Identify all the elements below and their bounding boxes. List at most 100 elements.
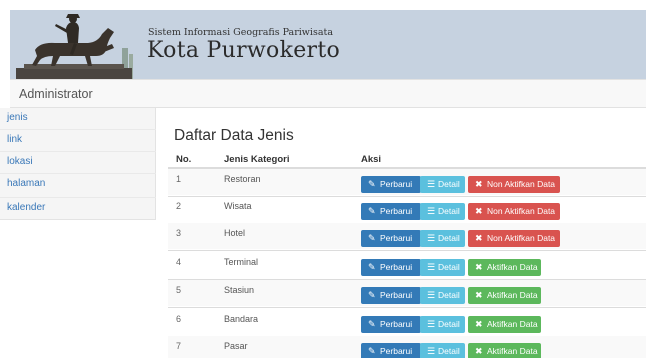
- list-icon: ☰: [427, 346, 436, 356]
- category-name: Bandara: [224, 314, 259, 324]
- row-number: 6: [176, 314, 182, 324]
- row-divider: [168, 250, 646, 251]
- detail-button-label: Detail: [438, 206, 460, 216]
- detail-button-label: Detail: [438, 319, 460, 329]
- sidebar: jenis link lokasi halaman kalender: [0, 108, 156, 220]
- category-name: Restoran: [224, 174, 261, 184]
- sidebar-item-lokasi[interactable]: lokasi: [0, 151, 156, 171]
- update-button[interactable]: ✎ Perbarui: [361, 287, 421, 304]
- row-number: 5: [176, 285, 182, 295]
- table-row: 4 Terminal ✎ Perbarui ☰ Detail ✖ Aktifkan Data: [168, 252, 646, 278]
- category-name: Stasiun: [224, 285, 255, 295]
- list-icon: ☰: [427, 262, 436, 272]
- category-name: Terminal: [224, 257, 259, 267]
- activate-button[interactable]: ✖ Aktifkan Data: [468, 287, 541, 304]
- update-button-label: Perbarui: [380, 290, 413, 300]
- trash-icon: ✖: [475, 262, 483, 272]
- update-button[interactable]: ✎ Perbarui: [361, 230, 421, 247]
- statue-logo: [10, 10, 140, 79]
- deactivate-button-label: Non Aktifkan Data: [487, 206, 556, 216]
- deactivate-button[interactable]: ✖ Non Aktifkan Data: [468, 203, 560, 220]
- category-name: Wisata: [224, 201, 252, 211]
- detail-button-label: Detail: [438, 346, 460, 356]
- header-banner: Sistem Informasi Geografis Pariwisata Ko…: [10, 10, 646, 79]
- trash-icon: ✖: [475, 206, 483, 216]
- update-button[interactable]: ✎ Perbarui: [361, 316, 421, 333]
- detail-button[interactable]: ☰ Detail: [420, 203, 465, 220]
- sidebar-item-jenis[interactable]: jenis: [0, 108, 156, 128]
- detail-button[interactable]: ☰ Detail: [420, 230, 465, 247]
- activate-button[interactable]: ✖ Aktifkan Data: [468, 343, 541, 358]
- row-number: 2: [176, 201, 182, 211]
- column-header-jenis: Jenis Kategori: [224, 154, 290, 165]
- sidebar-item-label[interactable]: jenis: [7, 112, 28, 123]
- detail-button[interactable]: ☰ Detail: [420, 343, 465, 358]
- category-name: Hotel: [224, 228, 246, 238]
- column-header-aksi: Aksi: [361, 154, 382, 165]
- update-button-label: Perbarui: [380, 206, 413, 216]
- row-number: 3: [176, 228, 182, 238]
- detail-button-label: Detail: [438, 262, 460, 272]
- list-icon: ☰: [427, 179, 436, 189]
- deactivate-button[interactable]: ✖ Non Aktifkan Data: [468, 176, 560, 193]
- sidebar-item-link[interactable]: link: [0, 129, 156, 149]
- trash-icon: ✖: [475, 233, 483, 243]
- sidebar-item-kalender[interactable]: kalender: [0, 197, 156, 217]
- update-button-label: Perbarui: [380, 346, 413, 356]
- row-divider: [168, 307, 646, 308]
- list-icon: ☰: [427, 233, 436, 243]
- top-navbar: Administrator: [10, 79, 646, 108]
- edit-icon: ✎: [368, 319, 376, 329]
- edit-icon: ✎: [368, 262, 376, 272]
- activate-button-label: Aktifkan Data: [487, 346, 538, 356]
- edit-icon: ✎: [368, 290, 376, 300]
- table-row: 7 Pasar ✎ Perbarui ☰ Detail ✖ Aktifkan Data: [168, 336, 646, 358]
- detail-button[interactable]: ☰ Detail: [420, 287, 465, 304]
- trash-icon: ✖: [475, 319, 483, 329]
- list-icon: ☰: [427, 206, 436, 216]
- page-title: Daftar Data Jenis: [174, 127, 294, 144]
- activate-button-label: Aktifkan Data: [487, 319, 538, 329]
- row-number: 1: [176, 174, 182, 184]
- update-button-label: Perbarui: [380, 233, 413, 243]
- edit-icon: ✎: [368, 233, 376, 243]
- edit-icon: ✎: [368, 206, 376, 216]
- activate-button[interactable]: ✖ Aktifkan Data: [468, 316, 541, 333]
- update-button[interactable]: ✎ Perbarui: [361, 203, 421, 220]
- detail-button[interactable]: ☰ Detail: [420, 259, 465, 276]
- update-button-label: Perbarui: [380, 319, 413, 329]
- navbar-brand[interactable]: Administrator: [19, 87, 93, 101]
- deactivate-button-label: Non Aktifkan Data: [487, 233, 556, 243]
- table-row: 1 Restoran ✎ Perbarui ☰ Detail ✖ Non Aktifkan D…: [168, 169, 646, 195]
- activate-button-label: Aktifkan Data: [487, 290, 538, 300]
- row-number: 4: [176, 257, 182, 267]
- sidebar-item-label[interactable]: halaman: [7, 178, 45, 189]
- edit-icon: ✎: [368, 346, 376, 356]
- list-icon: ☰: [427, 319, 436, 329]
- list-icon: ☰: [427, 290, 436, 300]
- sidebar-item-label[interactable]: lokasi: [7, 156, 33, 167]
- row-number: 7: [176, 341, 182, 351]
- detail-button[interactable]: ☰ Detail: [420, 316, 465, 333]
- detail-button-label: Detail: [438, 179, 460, 189]
- banner-title: Kota Purwokerto: [147, 38, 341, 63]
- table-row: 2 Wisata ✎ Perbarui ☰ Detail ✖ Non Aktifkan Dat…: [168, 196, 646, 222]
- edit-icon: ✎: [368, 179, 376, 189]
- category-name: Pasar: [224, 341, 248, 351]
- update-button[interactable]: ✎ Perbarui: [361, 343, 421, 358]
- detail-button-label: Detail: [438, 233, 460, 243]
- update-button[interactable]: ✎ Perbarui: [361, 176, 421, 193]
- update-button-label: Perbarui: [380, 262, 413, 272]
- update-button[interactable]: ✎ Perbarui: [361, 259, 421, 276]
- table-row: 5 Stasiun ✎ Perbarui ☰ Detail ✖ Aktifkan Data: [168, 280, 646, 306]
- sidebar-item-label[interactable]: kalender: [7, 202, 45, 213]
- detail-button[interactable]: ☰ Detail: [420, 176, 465, 193]
- sidebar-item-halaman[interactable]: halaman: [0, 173, 156, 193]
- activate-button[interactable]: ✖ Aktifkan Data: [468, 259, 541, 276]
- deactivate-button[interactable]: ✖ Non Aktifkan Data: [468, 230, 560, 247]
- table-row: 6 Bandara ✎ Perbarui ☰ Detail ✖ Aktifkan Data: [168, 309, 646, 335]
- deactivate-button-label: Non Aktifkan Data: [487, 179, 556, 189]
- table-row: 3 Hotel ✎ Perbarui ☰ Detail ✖ Non Aktifkan Data: [168, 223, 646, 249]
- column-header-no: No.: [176, 154, 192, 165]
- sidebar-item-label[interactable]: link: [7, 134, 22, 145]
